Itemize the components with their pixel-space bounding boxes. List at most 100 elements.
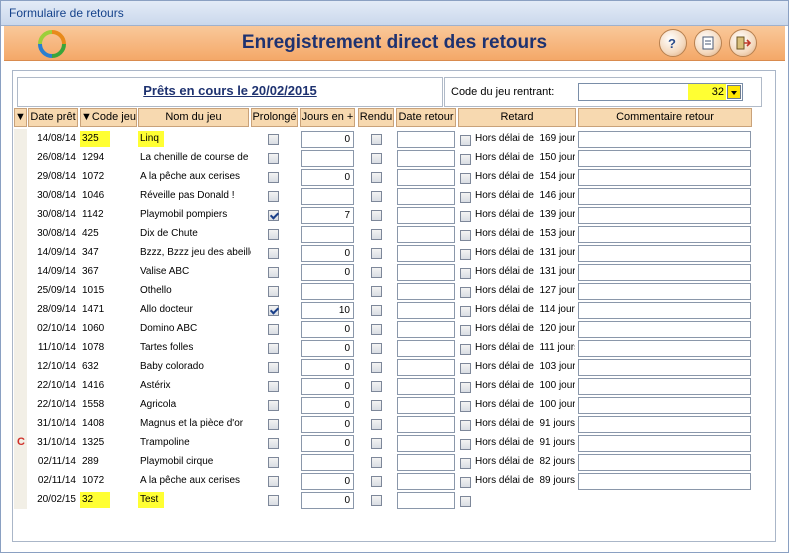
prolonge-checkbox[interactable] [268,495,279,506]
prolonge-checkbox[interactable] [268,305,279,316]
loan-date[interactable]: 30/08/14 [28,207,76,223]
return-date-input[interactable] [397,321,455,338]
return-date-input[interactable] [397,150,455,167]
rendu-checkbox[interactable] [371,343,382,354]
game-code[interactable]: 1558 [80,397,137,413]
late-checkbox[interactable] [460,401,471,412]
prolonge-checkbox[interactable] [268,286,279,297]
help-button[interactable]: ? [659,29,687,57]
return-date-input[interactable] [397,169,455,186]
game-name[interactable]: Valise ABC [138,264,251,280]
late-checkbox[interactable] [460,420,471,431]
game-code[interactable]: 1072 [80,473,137,489]
late-checkbox[interactable] [460,249,471,260]
game-code[interactable]: 1325 [80,435,137,451]
late-checkbox[interactable] [460,477,471,488]
rendu-checkbox[interactable] [371,457,382,468]
loan-date[interactable]: 02/10/14 [28,321,76,337]
prolonge-checkbox[interactable] [268,153,279,164]
prolonge-checkbox[interactable] [268,191,279,202]
game-name[interactable]: A la pêche aux cerises [138,473,251,489]
rendu-checkbox[interactable] [371,191,382,202]
extra-days-input[interactable] [301,454,354,471]
col-date-pret[interactable]: Date prêt [28,108,78,127]
game-code[interactable]: 1408 [80,416,137,432]
col-commentaire[interactable]: Commentaire retour [578,108,752,127]
game-name[interactable]: Test [138,492,164,508]
late-checkbox[interactable] [460,287,471,298]
col-jours[interactable]: Jours en + [300,108,355,127]
return-comment-input[interactable] [578,188,751,205]
game-name[interactable]: Allo docteur [138,302,251,318]
late-checkbox[interactable] [460,439,471,450]
game-code[interactable]: 1142 [80,207,137,223]
prolonge-checkbox[interactable] [268,248,279,259]
game-code[interactable]: 632 [80,359,137,375]
loan-date[interactable]: 30/08/14 [28,188,76,204]
extra-days-input[interactable]: 10 [301,302,354,319]
return-date-input[interactable] [397,131,455,148]
extra-days-input[interactable]: 0 [301,397,354,414]
game-name[interactable]: Trampoline [138,435,251,451]
rendu-checkbox[interactable] [371,419,382,430]
rendu-checkbox[interactable] [371,476,382,487]
late-checkbox[interactable] [460,344,471,355]
return-date-input[interactable] [397,226,455,243]
return-date-input[interactable] [397,473,455,490]
rendu-checkbox[interactable] [371,381,382,392]
prolonge-checkbox[interactable] [268,267,279,278]
loan-date[interactable]: 02/11/14 [28,473,76,489]
late-checkbox[interactable] [460,382,471,393]
return-date-input[interactable] [397,302,455,319]
loan-date[interactable]: 14/09/14 [28,264,76,280]
loan-date[interactable]: 22/10/14 [28,378,76,394]
game-name[interactable]: Linq [138,131,164,147]
game-name[interactable]: Astérix [138,378,251,394]
rendu-checkbox[interactable] [371,172,382,183]
return-comment-input[interactable] [578,150,751,167]
return-comment-input[interactable] [578,378,751,395]
prolonge-checkbox[interactable] [268,210,279,221]
rendu-checkbox[interactable] [371,267,382,278]
loan-date[interactable]: 29/08/14 [28,169,76,185]
rendu-checkbox[interactable] [371,362,382,373]
rendu-checkbox[interactable] [371,495,382,506]
return-date-input[interactable] [397,264,455,281]
extra-days-input[interactable]: 0 [301,492,354,509]
loan-date[interactable]: 20/02/15 [28,492,76,508]
extra-days-input[interactable]: 0 [301,416,354,433]
late-checkbox[interactable] [460,306,471,317]
extra-days-input[interactable]: 0 [301,321,354,338]
return-comment-input[interactable] [578,359,751,376]
game-name[interactable]: Dix de Chute [138,226,251,242]
return-date-input[interactable] [397,245,455,262]
prolonge-checkbox[interactable] [268,476,279,487]
prolonge-checkbox[interactable] [268,343,279,354]
code-dropdown-button[interactable] [727,85,741,99]
return-comment-input[interactable] [578,207,751,224]
extra-days-input[interactable]: 0 [301,245,354,262]
game-code[interactable]: 1072 [80,169,137,185]
return-date-input[interactable] [397,416,455,433]
return-comment-input[interactable] [578,435,751,452]
exit-button[interactable] [729,29,757,57]
loan-date[interactable]: 14/09/14 [28,245,76,261]
return-comment-input[interactable] [578,131,751,148]
col-code-jeu[interactable]: ▼Code jeu [80,108,137,127]
extra-days-input[interactable]: 0 [301,473,354,490]
rendu-checkbox[interactable] [371,438,382,449]
extra-days-input[interactable] [301,283,354,300]
return-comment-input[interactable] [578,283,751,300]
col-rendu[interactable]: Rendu [358,108,394,127]
rendu-checkbox[interactable] [371,286,382,297]
game-name[interactable]: Playmobil cirque [138,454,251,470]
extra-days-input[interactable]: 0 [301,359,354,376]
late-checkbox[interactable] [460,192,471,203]
game-name[interactable]: Baby colorado [138,359,251,375]
prolonge-checkbox[interactable] [268,400,279,411]
loan-date[interactable]: 11/10/14 [28,340,76,356]
game-name[interactable]: Agricola [138,397,251,413]
late-checkbox[interactable] [460,230,471,241]
return-comment-input[interactable] [578,416,751,433]
return-date-input[interactable] [397,283,455,300]
